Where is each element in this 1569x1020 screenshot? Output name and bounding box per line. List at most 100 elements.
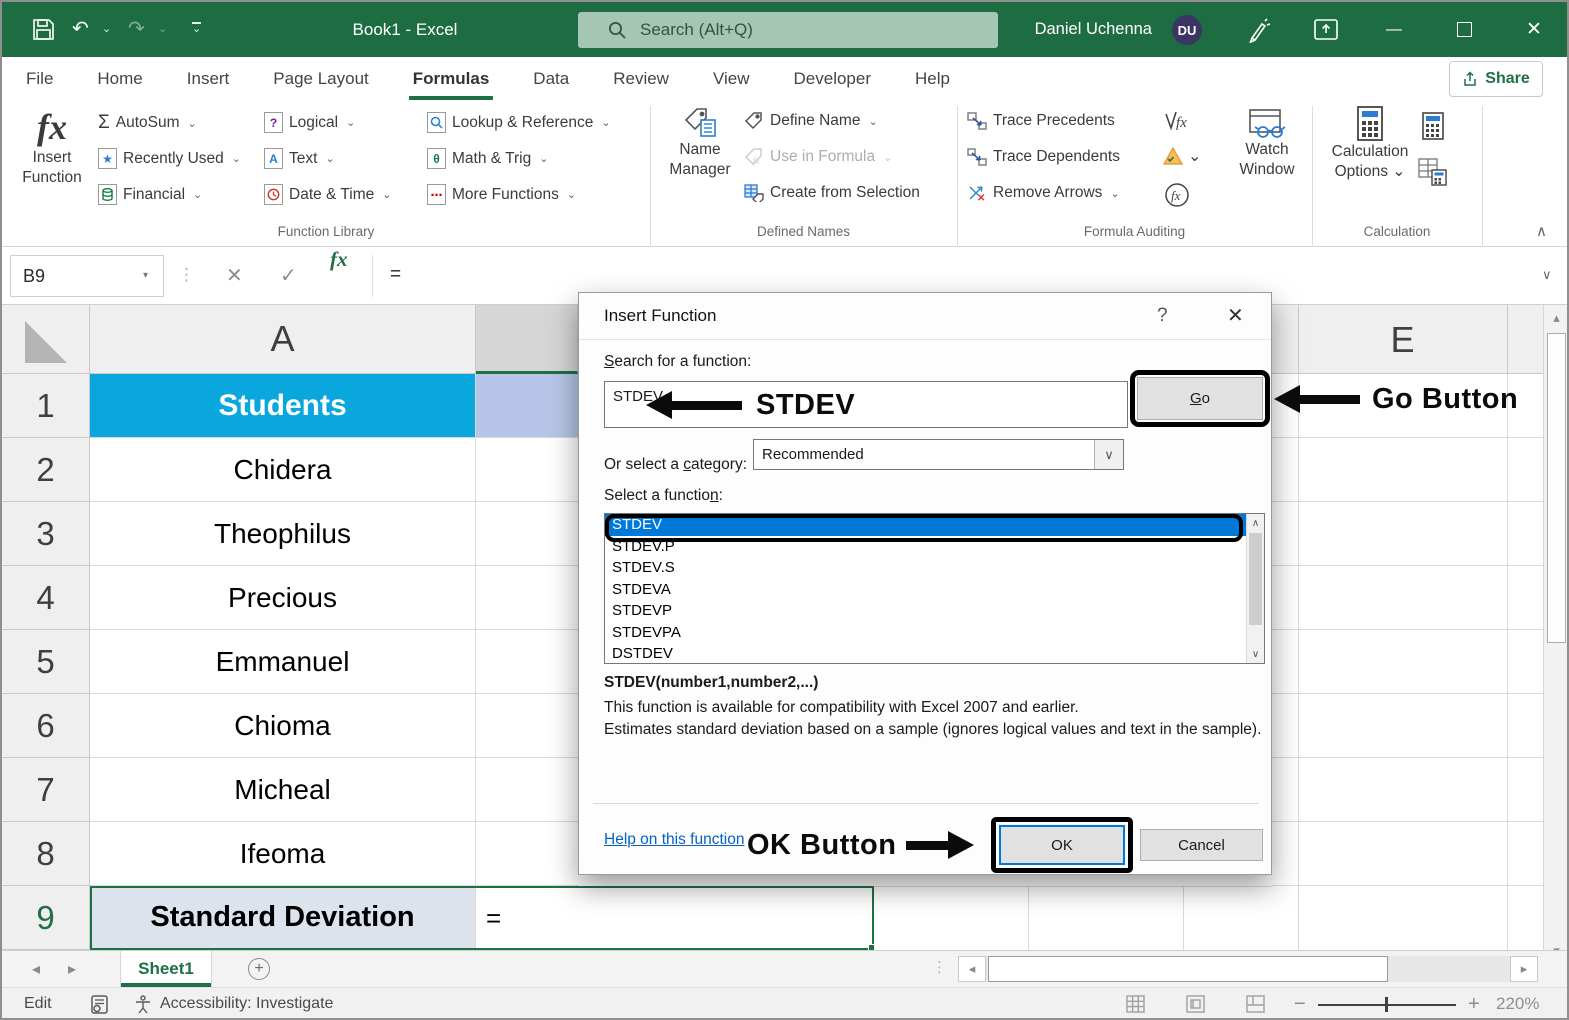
close-button[interactable]: ✕ <box>1514 2 1554 57</box>
tab-formulas[interactable]: Formulas <box>408 57 493 100</box>
tab-view[interactable]: View <box>713 57 750 100</box>
list-scroll-down-icon[interactable]: ∨ <box>1247 645 1264 663</box>
horizontal-scrollbar[interactable]: ◂ ▸ <box>958 956 1538 982</box>
calculate-now-icon[interactable] <box>1422 112 1444 140</box>
save-icon[interactable] <box>32 18 55 41</box>
cell-b5[interactable] <box>476 630 578 694</box>
zoom-in-button[interactable]: + <box>1468 988 1480 1018</box>
category-dropdown[interactable]: Recommended ∨ <box>753 439 1124 470</box>
dialog-close-icon[interactable]: ✕ <box>1227 293 1244 339</box>
tab-review[interactable]: Review <box>613 57 669 100</box>
lookup-reference-button[interactable]: Lookup & Reference ⌄ <box>427 112 611 133</box>
customize-qat-icon[interactable]: ⌄ <box>192 22 202 36</box>
error-checking-button[interactable]: ⌄ <box>1162 146 1201 166</box>
create-from-selection-button[interactable]: Create from Selection <box>744 184 920 202</box>
zoom-level[interactable]: 220% <box>1496 988 1539 1018</box>
ok-button[interactable]: OK <box>999 825 1125 865</box>
name-manager-button[interactable]: Name Manager <box>657 108 743 180</box>
hscroll-left-icon[interactable]: ◂ <box>958 956 986 982</box>
redo-dropdown-icon[interactable]: ⌄ <box>158 2 167 57</box>
drag-dots-icon[interactable]: ⋮ <box>178 247 195 305</box>
undo-button[interactable]: ↶ <box>72 2 89 57</box>
watch-window-button[interactable]: Watch Window <box>1230 108 1304 180</box>
cell-a4[interactable]: Precious <box>90 566 476 630</box>
normal-view-icon[interactable] <box>1126 995 1145 1013</box>
search-box[interactable]: Search (Alt+Q) <box>578 12 998 48</box>
cell-a3[interactable]: Theophilus <box>90 502 476 566</box>
insert-function-button[interactable]: fx Insert Function <box>14 106 90 188</box>
go-button[interactable]: Go <box>1137 377 1263 420</box>
name-box-dropdown-icon[interactable]: ▾ <box>143 256 148 298</box>
tab-help[interactable]: Help <box>915 57 950 100</box>
recently-used-button[interactable]: ★ Recently Used ⌄ <box>98 148 241 169</box>
hscroll-right-icon[interactable]: ▸ <box>1510 956 1538 982</box>
calculate-sheet-icon[interactable] <box>1418 158 1448 186</box>
more-functions-button[interactable]: ⋯ More Functions ⌄ <box>427 184 576 205</box>
column-header-right-strip[interactable]: E <box>1272 305 1543 374</box>
collapse-ribbon-icon[interactable]: ∧ <box>1536 222 1547 240</box>
cancel-entry-icon[interactable]: ✕ <box>226 247 243 305</box>
list-scroll-up-icon[interactable]: ∧ <box>1247 514 1264 532</box>
cell-b2[interactable] <box>476 438 578 502</box>
list-scroll-thumb[interactable] <box>1249 533 1262 625</box>
row-header-3[interactable]: 3 <box>2 502 90 566</box>
tab-page-layout[interactable]: Page Layout <box>273 57 368 100</box>
cell-a5[interactable]: Emmanuel <box>90 630 476 694</box>
cell-b7[interactable] <box>476 758 578 822</box>
tab-data[interactable]: Data <box>533 57 569 100</box>
scroll-up-icon[interactable]: ▴ <box>1544 305 1567 331</box>
minimize-button[interactable]: — <box>1374 2 1414 57</box>
cell-b9-active[interactable]: = <box>476 886 874 950</box>
row-header-5[interactable]: 5 <box>2 630 90 694</box>
row-header-8[interactable]: 8 <box>2 822 90 886</box>
expand-formula-bar-icon[interactable]: ∨ <box>1542 247 1552 303</box>
sheet-nav-left-icon[interactable]: ◂ <box>24 951 48 987</box>
confirm-entry-icon[interactable]: ✓ <box>280 247 297 305</box>
function-list-scrollbar[interactable]: ∧ ∨ <box>1246 514 1264 663</box>
redo-button[interactable]: ↷ <box>128 2 145 57</box>
feedback-pen-icon[interactable] <box>1244 17 1270 43</box>
accessibility-status[interactable]: Accessibility: Investigate <box>134 988 333 1018</box>
row-header-2[interactable]: 2 <box>2 438 90 502</box>
maximize-button[interactable] <box>1444 2 1484 57</box>
show-formulas-icon[interactable]: fx <box>1164 110 1190 132</box>
math-trig-button[interactable]: θ Math & Trig ⌄ <box>427 148 548 169</box>
logical-button[interactable]: ? Logical ⌄ <box>264 112 355 133</box>
cell-b3[interactable] <box>476 502 578 566</box>
financial-button[interactable]: Financial ⌄ <box>98 184 202 205</box>
page-break-view-icon[interactable] <box>1246 995 1265 1013</box>
user-name[interactable]: Daniel Uchenna <box>1022 2 1152 57</box>
remove-arrows-button[interactable]: ✕ Remove Arrows ⌄ <box>967 184 1120 202</box>
sheet-nav-right-icon[interactable]: ▸ <box>60 951 84 987</box>
column-header-a[interactable]: A <box>90 305 476 374</box>
zoom-slider-thumb[interactable] <box>1385 997 1388 1012</box>
vertical-scrollbar[interactable]: ▴ ▾ <box>1543 305 1567 964</box>
text-button[interactable]: A Text ⌄ <box>264 148 335 169</box>
cell-a6[interactable]: Chioma <box>90 694 476 758</box>
function-list-item-dstdev[interactable]: DSTDEV <box>605 643 1264 663</box>
cell-b8[interactable] <box>476 822 578 886</box>
autosum-button[interactable]: Σ AutoSum ⌄ <box>98 112 197 134</box>
row-header-7[interactable]: 7 <box>2 758 90 822</box>
grid-bottom-sliver[interactable] <box>874 875 1272 950</box>
ribbon-display-options-icon[interactable] <box>1314 19 1338 40</box>
trace-dependents-button[interactable]: Trace Dependents <box>967 148 1120 166</box>
page-layout-view-icon[interactable] <box>1186 995 1205 1013</box>
column-header-b[interactable] <box>476 305 578 374</box>
tab-insert[interactable]: Insert <box>187 57 230 100</box>
function-list-item-stdevpa[interactable]: STDEVPA <box>605 622 1264 644</box>
function-list-item-stdeva[interactable]: STDEVA <box>605 579 1264 601</box>
avatar[interactable]: DU <box>1172 15 1202 45</box>
insert-function-fx-icon[interactable]: fx <box>330 247 348 272</box>
new-sheet-button[interactable]: + <box>248 958 270 980</box>
tab-splitter-dots-icon[interactable]: ⋮ <box>932 951 949 987</box>
cell-a1[interactable]: Students <box>90 374 476 438</box>
date-time-button[interactable]: Date & Time ⌄ <box>264 184 392 205</box>
cell-b4[interactable] <box>476 566 578 630</box>
sheet-tab-sheet1[interactable]: Sheet1 <box>120 951 212 987</box>
zoom-out-button[interactable]: − <box>1294 988 1306 1018</box>
horizontal-scroll-thumb[interactable] <box>988 956 1388 982</box>
function-list[interactable]: STDEV STDEV.P STDEV.S STDEVA STDEVP STDE… <box>604 513 1265 664</box>
cell-a9[interactable]: Standard Deviation <box>90 886 476 950</box>
cell-a2[interactable]: Chidera <box>90 438 476 502</box>
